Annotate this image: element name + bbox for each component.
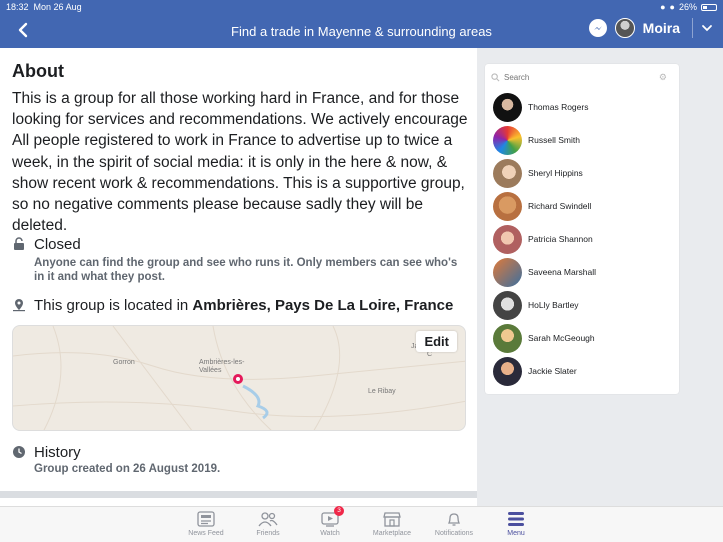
- about-section: About This is a group for all those work…: [0, 48, 477, 506]
- alarm-icon: ●: [669, 2, 675, 12]
- member-item[interactable]: Sheryl Hippins: [493, 158, 673, 188]
- member-name: HoLly Bartley: [528, 300, 579, 310]
- marketplace-icon: [383, 512, 401, 527]
- tab-label: Marketplace: [372, 530, 412, 537]
- tab-label: Menu: [507, 530, 525, 537]
- member-item[interactable]: Russell Smith: [493, 125, 673, 155]
- menu-icon: [508, 512, 524, 526]
- user-avatar[interactable]: [614, 18, 635, 38]
- group-location: This group is located in Ambrières, Pays…: [34, 297, 453, 314]
- status-bar: 18:32 Mon 26 Aug ● ● 26%: [0, 0, 723, 14]
- privacy-title: Closed: [34, 236, 81, 253]
- messenger-icon[interactable]: [588, 19, 607, 37]
- avatar: [493, 191, 522, 221]
- tab-label: Friends: [256, 530, 280, 537]
- member-name: Jackie Slater: [528, 366, 577, 376]
- section-divider: [0, 491, 477, 498]
- member-item[interactable]: HoLly Bartley: [493, 290, 673, 320]
- tab-menu[interactable]: Menu: [488, 509, 544, 537]
- clock-icon: [13, 446, 25, 458]
- avatar: [493, 290, 522, 320]
- tab-label: News Feed: [188, 530, 224, 537]
- about-description: This is a group for all those working ha…: [12, 90, 468, 235]
- member-search[interactable]: ⚙: [491, 70, 673, 84]
- padlock-icon: [14, 237, 24, 250]
- avatar: [493, 323, 522, 353]
- tab-notifications[interactable]: Notifications: [426, 509, 482, 537]
- history-description: Group created on 26 August 2019.: [34, 463, 221, 475]
- bottom-tab-bar: News Feed Friends 3 Watch Marketplace No…: [0, 506, 723, 542]
- bell-icon: [447, 513, 461, 526]
- avatar: [493, 158, 522, 188]
- map-label: Le Ribay: [368, 388, 396, 395]
- location-prefix: This group is located in: [34, 297, 189, 314]
- about-heading: About: [12, 61, 64, 81]
- watch-badge: 3: [334, 506, 344, 516]
- member-item[interactable]: Sarah McGeough: [493, 323, 673, 353]
- location-place: Ambrières, Pays De La Loire, France: [192, 297, 454, 314]
- member-name: Thomas Rogers: [528, 102, 589, 112]
- member-name: Patricia Shannon: [528, 234, 593, 244]
- map-label: Ambrières-les-Vallées: [199, 359, 245, 374]
- map-label: C: [427, 351, 433, 358]
- tab-news-feed[interactable]: News Feed: [178, 509, 234, 537]
- member-name: Saveena Marshall: [528, 267, 597, 277]
- top-bar: 18:32 Mon 26 Aug ● ● 26% Find a trade in…: [0, 0, 723, 48]
- chevron-down-icon[interactable]: [701, 22, 713, 34]
- header-divider: [692, 18, 693, 38]
- gear-icon[interactable]: ⚙: [659, 72, 667, 83]
- member-item[interactable]: Jackie Slater: [493, 356, 673, 386]
- member-item[interactable]: Thomas Rogers: [493, 92, 673, 122]
- avatar: [493, 356, 522, 386]
- avatar: [493, 125, 522, 155]
- avatar: [493, 257, 522, 287]
- page-title: Find a trade in Mayenne & surrounding ar…: [231, 24, 492, 39]
- tab-label: Notifications: [434, 530, 474, 537]
- tab-watch[interactable]: 3 Watch: [302, 506, 358, 537]
- map-label: Gorron: [113, 359, 135, 366]
- status-date: Mon 26 Aug: [33, 2, 82, 12]
- back-arrow-icon[interactable]: [14, 20, 34, 40]
- history-title: History: [34, 444, 81, 461]
- member-name: Sheryl Hippins: [528, 168, 583, 178]
- friends-icon: [258, 512, 278, 527]
- news-feed-icon: [197, 511, 215, 527]
- battery-percent: 26%: [678, 2, 697, 12]
- search-input[interactable]: [504, 72, 654, 82]
- user-name[interactable]: Moira: [643, 20, 680, 36]
- location-pin-icon: [13, 299, 25, 312]
- tab-friends[interactable]: Friends: [240, 509, 296, 537]
- tab-marketplace[interactable]: Marketplace: [364, 509, 420, 537]
- member-item[interactable]: Richard Swindell: [493, 191, 673, 221]
- members-panel: ⚙ Thomas Rogers Russell Smith Sheryl Hip…: [485, 64, 679, 394]
- status-time: 18:32: [6, 2, 29, 12]
- avatar: [493, 224, 522, 254]
- member-item[interactable]: Patricia Shannon: [493, 224, 673, 254]
- wifi-icon: ●: [660, 2, 666, 12]
- member-name: Sarah McGeough: [528, 333, 595, 343]
- nav-bar: Find a trade in Mayenne & surrounding ar…: [0, 14, 723, 48]
- battery-icon: [701, 3, 717, 11]
- member-name: Russell Smith: [528, 135, 580, 145]
- location-map[interactable]: Gorron Ambrières-les-Vallées Le Ribay Ja…: [12, 325, 466, 431]
- search-icon: [491, 72, 500, 81]
- member-name: Richard Swindell: [528, 201, 592, 211]
- tab-label: Watch: [320, 530, 340, 537]
- avatar: [493, 92, 522, 122]
- member-item[interactable]: Saveena Marshall: [493, 257, 673, 287]
- privacy-description: Anyone can find the group and see who ru…: [34, 257, 458, 283]
- edit-location-button[interactable]: Edit: [416, 331, 457, 352]
